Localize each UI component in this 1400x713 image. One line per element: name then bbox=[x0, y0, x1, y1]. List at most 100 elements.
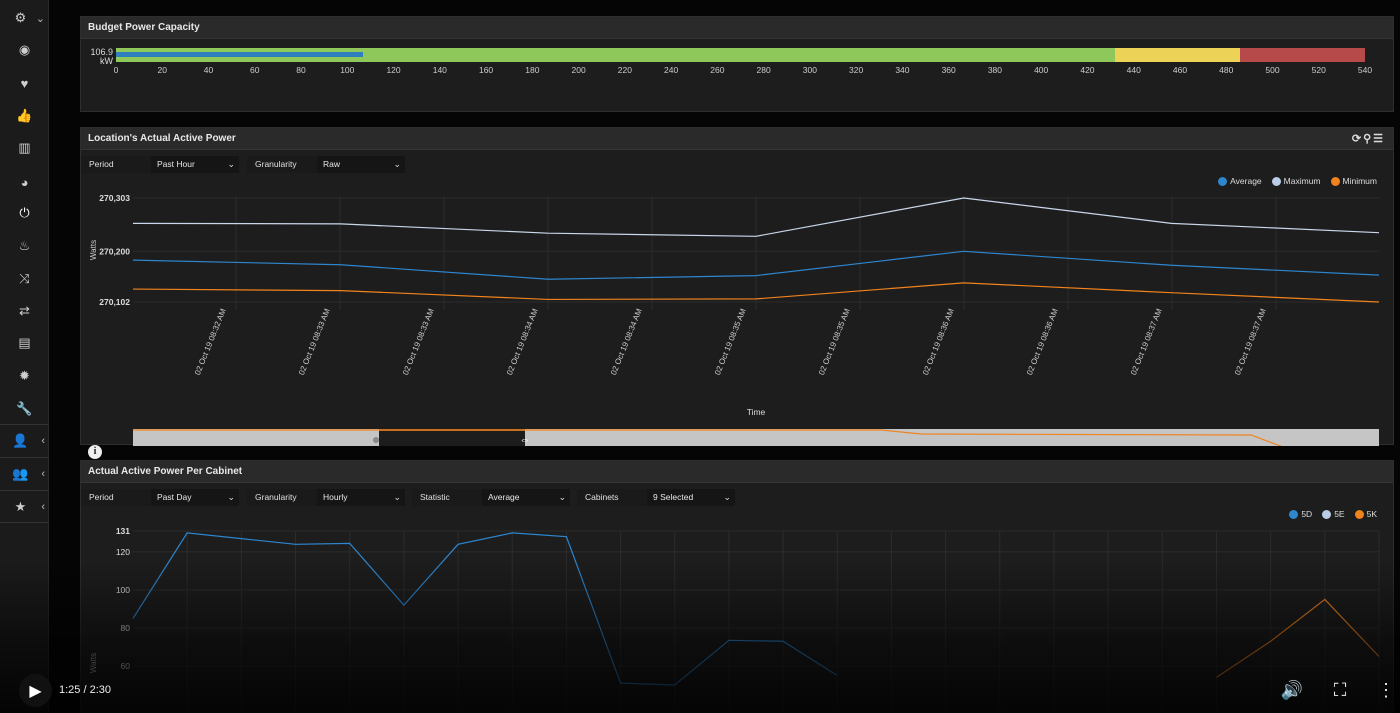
budget-tick-label: 380 bbox=[987, 65, 1003, 75]
user-icon: 👤 bbox=[12, 432, 29, 448]
sidebar: ⚙ ⌄ ◉ ♥ 👍 ▥ ◕ ⏻ ♨ ⤨ ⇄ ▤ ✹ 🔧 👤 ‹ 👥 ‹ ★ ‹ bbox=[0, 0, 49, 713]
more-options-button[interactable]: ⋮ bbox=[1374, 680, 1398, 701]
heartbeat-icon: ♥ bbox=[20, 75, 29, 91]
y-axis-label: Watts bbox=[89, 240, 98, 260]
navigator-handle-right[interactable]: ⇔ bbox=[520, 434, 531, 446]
thumbs-up-icon: 👍 bbox=[16, 108, 33, 123]
x-tick-label: 02 Oct 19 08:34 AM bbox=[505, 307, 540, 376]
app-root: ⚙ ⌄ ◉ ♥ 👍 ▥ ◕ ⏻ ♨ ⤨ ⇄ ▤ ✹ 🔧 👤 ‹ 👥 ‹ ★ ‹ Budget Power Capa… bbox=[0, 0, 1400, 713]
budget-tick-label: 320 bbox=[849, 65, 864, 75]
volume-icon: 🔊 bbox=[1280, 680, 1304, 700]
y-tick-label: 60 bbox=[121, 661, 131, 671]
sidebar-item-shuffle[interactable]: ⤨ bbox=[0, 263, 49, 295]
sidebar-item-fire-extinguisher[interactable]: ♨ bbox=[0, 230, 49, 262]
series-line-5d bbox=[132, 532, 838, 686]
y-tick-label: 131 bbox=[116, 526, 130, 536]
x-tick-label: 02 Oct 19 08:33 AM bbox=[401, 307, 436, 376]
y-tick-label: 80 bbox=[121, 623, 131, 633]
exit-fullscreen-button[interactable]: ⛶ bbox=[1328, 680, 1352, 701]
budget-tick-label: 540 bbox=[1357, 65, 1373, 75]
cabinet-power-chart: 131 120 100 80 60 Watts bbox=[89, 526, 1380, 713]
x-tick-label: 02 Oct 19 08:32 AM bbox=[193, 307, 228, 376]
panel-title: Location's Actual Active Power bbox=[88, 133, 236, 144]
exit-fullscreen-icon: ⛶ bbox=[1333, 680, 1347, 700]
budget-tick-label: 520 bbox=[1311, 65, 1326, 75]
sidebar-item-exchange[interactable]: ⇄ bbox=[0, 295, 49, 327]
budget-tick-label: 400 bbox=[1034, 65, 1049, 75]
sidebar-item-barcode[interactable]: ▥ bbox=[0, 132, 49, 164]
sidebar-item-power[interactable]: ⏻ bbox=[0, 197, 49, 229]
play-icon: ▶ bbox=[29, 682, 42, 700]
navigator-selected-range[interactable] bbox=[379, 429, 525, 446]
more-vertical-icon: ⋮ bbox=[1377, 680, 1395, 700]
pin-icon[interactable]: ⚲ bbox=[1363, 133, 1373, 145]
x-tick-label: 02 Oct 19 08:34 AM bbox=[609, 307, 644, 376]
x-axis-label: Time bbox=[747, 407, 766, 417]
budget-tick-label: 200 bbox=[571, 65, 586, 75]
budget-tick-label: 280 bbox=[756, 65, 771, 75]
globe-icon: ◉ bbox=[18, 42, 31, 57]
budget-capacity-bar bbox=[116, 48, 1365, 62]
sidebar-item-table[interactable]: ▤ bbox=[0, 327, 49, 359]
sidebar-item-heartbeat[interactable]: ♥ bbox=[0, 67, 49, 99]
sidebar-item-globe[interactable]: ◉ bbox=[0, 34, 49, 66]
budget-yellow-zone bbox=[1115, 48, 1241, 62]
panel-header: Location's Actual Active Power ⟳⚲☰ bbox=[81, 128, 1393, 150]
refresh-icon[interactable]: ⟳ bbox=[1352, 133, 1363, 145]
users-icon: 👥 bbox=[12, 465, 29, 481]
sidebar-item-dashboard-gauge[interactable]: ◕ bbox=[0, 166, 49, 198]
x-tick-label: 02 Oct 19 08:36 AM bbox=[921, 307, 956, 376]
sidebar-group-user[interactable]: 👤 ‹ bbox=[0, 424, 49, 456]
sidebar-settings-menu[interactable]: ⚙ ⌄ bbox=[0, 2, 49, 34]
budget-tick-label: 220 bbox=[617, 65, 632, 75]
chevron-left-icon: ‹ bbox=[41, 434, 45, 447]
budget-red-zone bbox=[1240, 48, 1365, 62]
budget-tick-label: 60 bbox=[250, 65, 260, 75]
gears-icon: ⚙ bbox=[14, 10, 27, 25]
sidebar-item-wrench[interactable]: 🔧 bbox=[0, 393, 49, 425]
sidebar-group-star[interactable]: ★ ‹ bbox=[0, 490, 49, 522]
x-tick-label: 02 Oct 19 08:37 AM bbox=[1129, 307, 1164, 376]
y-tick-label: 120 bbox=[116, 547, 130, 557]
y-tick-label: 270,102 bbox=[99, 297, 130, 307]
navigator-track bbox=[133, 429, 1379, 446]
header-icons: ⟳⚲☰ bbox=[1352, 132, 1385, 145]
y-axis-label: Watts bbox=[89, 653, 98, 673]
budget-tick-label: 460 bbox=[1172, 65, 1188, 75]
budget-tick-label: 420 bbox=[1080, 65, 1095, 75]
sidebar-item-cog[interactable]: ✹ bbox=[0, 360, 49, 392]
budget-tick-label: 140 bbox=[432, 65, 447, 75]
menu-icon[interactable]: ☰ bbox=[1373, 133, 1385, 145]
chevron-down-icon: ⌄ bbox=[35, 12, 45, 25]
cabinet-power-panel: Actual Active Power Per Cabinet Period P… bbox=[80, 460, 1394, 713]
table-icon: ▤ bbox=[18, 335, 31, 350]
active-power-chart: 270,303 270,200 270,102 Watts 02 Oct 19 08:3… bbox=[89, 193, 1380, 446]
budget-power-panel: Budget Power Capacity 106.9 kW 0 20 40 60 80… bbox=[80, 16, 1394, 112]
budget-tick-label: 340 bbox=[895, 65, 910, 75]
budget-tick-label: 240 bbox=[664, 65, 679, 75]
sidebar-item-thumbs-up[interactable]: 👍 bbox=[0, 100, 49, 132]
navigator-handle-left[interactable] bbox=[373, 437, 379, 443]
budget-tick-label: 0 bbox=[113, 65, 119, 75]
sidebar-group-users[interactable]: 👥 ‹ bbox=[0, 457, 49, 489]
budget-axis: 0 20 40 60 80 100 120 140 160 180 200 220 240 260 280 3… bbox=[81, 65, 1395, 77]
x-tick-label: 02 Oct 19 08:35 AM bbox=[713, 307, 748, 376]
barcode-icon: ▥ bbox=[18, 140, 31, 155]
video-time: 1:25 / 2:30 bbox=[59, 684, 111, 696]
x-tick-label: 02 Oct 19 08:36 AM bbox=[1025, 307, 1060, 376]
volume-button[interactable]: 🔊 bbox=[1280, 680, 1304, 701]
y-tick-label: 270,200 bbox=[99, 246, 130, 256]
budget-tick-label: 180 bbox=[525, 65, 540, 75]
cog-icon: ✹ bbox=[19, 368, 30, 383]
budget-usage-fill bbox=[116, 52, 364, 57]
shuffle-icon: ⤨ bbox=[19, 271, 30, 286]
x-tick-label: 02 Oct 19 08:35 AM bbox=[817, 307, 852, 376]
info-icon[interactable]: i bbox=[88, 445, 102, 459]
play-button[interactable]: ▶ bbox=[19, 674, 52, 707]
exchange-icon: ⇄ bbox=[19, 303, 30, 318]
budget-tick-label: 160 bbox=[478, 65, 494, 75]
y-tick-label: 270,303 bbox=[99, 193, 130, 203]
budget-tick-label: 300 bbox=[802, 65, 817, 75]
budget-tick-label: 40 bbox=[203, 65, 214, 75]
chevron-left-icon: ‹ bbox=[41, 500, 45, 513]
